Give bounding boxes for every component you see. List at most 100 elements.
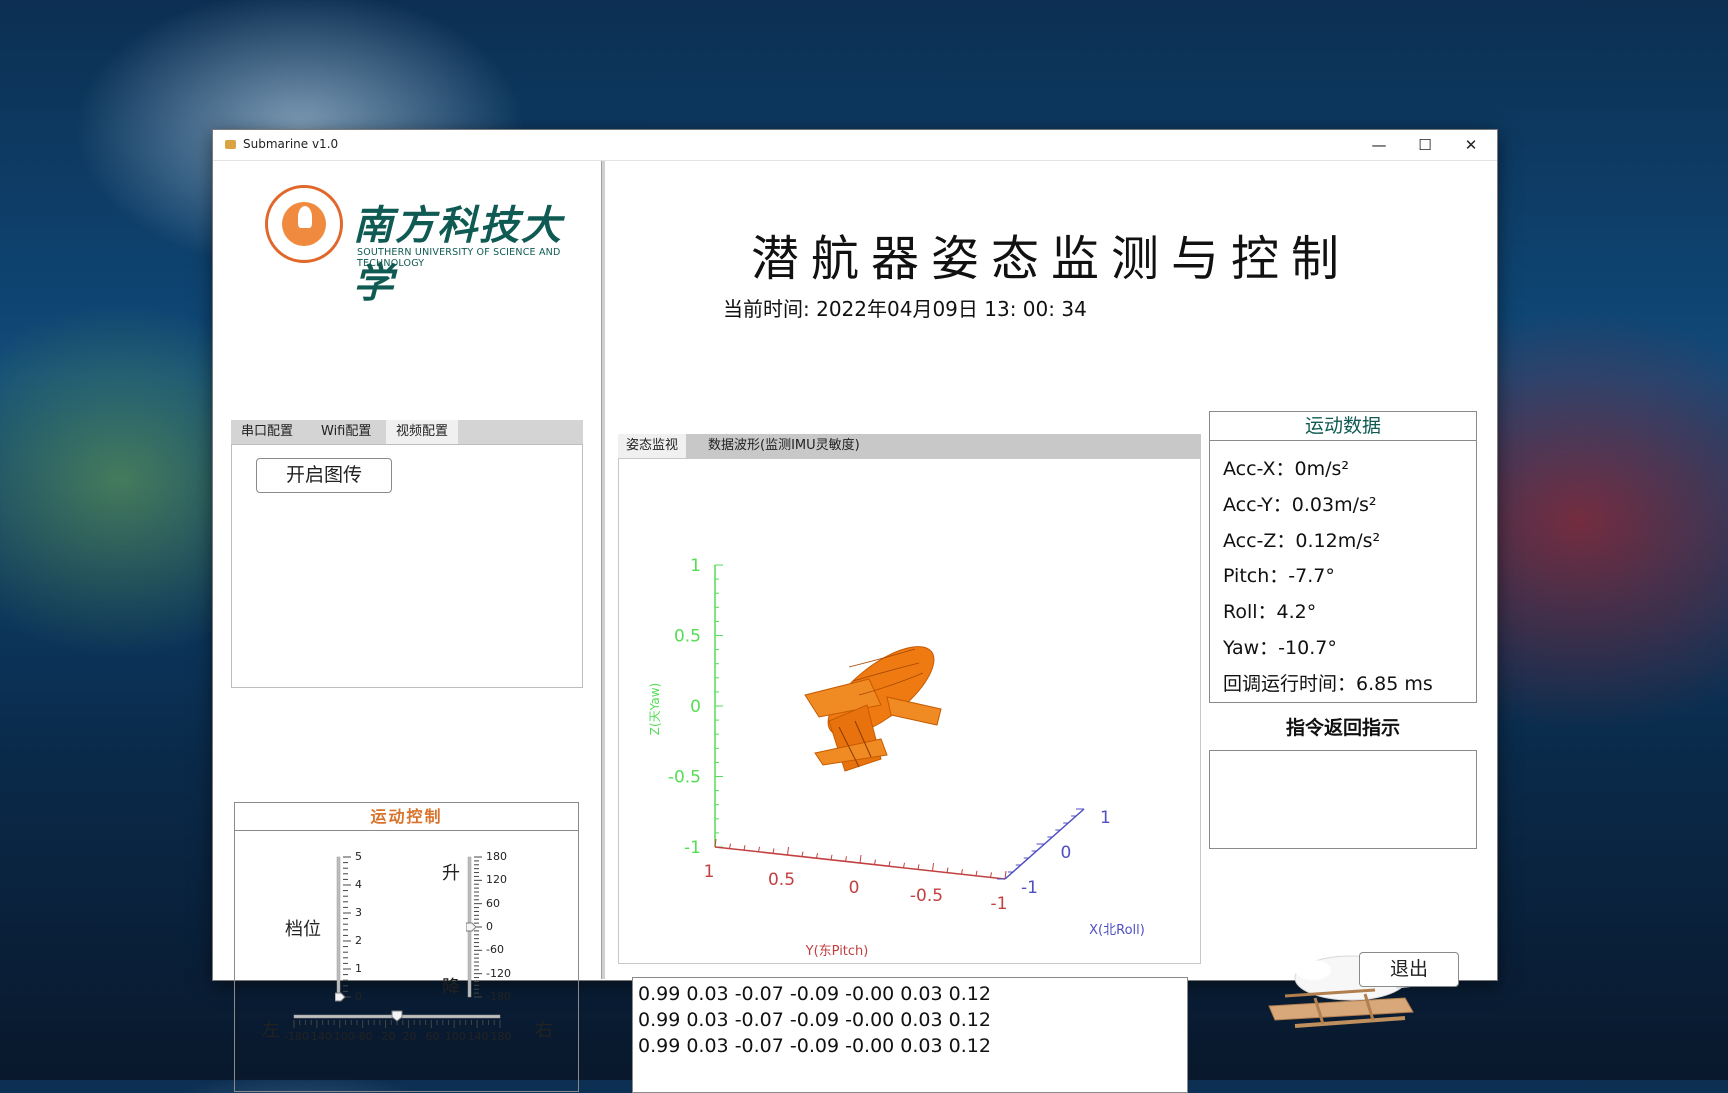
y-tick bbox=[845, 856, 847, 862]
tick-label: 20 bbox=[402, 1030, 417, 1043]
y-tick bbox=[729, 843, 731, 849]
z-axis-label: Z(天Yaw) bbox=[648, 683, 662, 735]
tick-label: 1 bbox=[355, 962, 362, 975]
gear-slider[interactable] bbox=[335, 853, 365, 1003]
motion-control-title: 运动控制 bbox=[235, 803, 578, 831]
y-tick bbox=[990, 872, 992, 878]
tick-label: -60 bbox=[354, 1030, 373, 1043]
university-emblem-icon bbox=[265, 185, 343, 263]
z-tick-label: 0.5 bbox=[674, 627, 701, 647]
tick-label: 60 bbox=[425, 1030, 440, 1043]
tab-serial-config[interactable]: 串口配置 bbox=[231, 420, 303, 444]
tick-label: 60 bbox=[486, 896, 500, 910]
tab-data-waveform[interactable]: 数据波形(监测IMU灵敏度) bbox=[700, 434, 868, 458]
close-button[interactable]: ✕ bbox=[1448, 130, 1494, 160]
acc-y-value: Acc-Y：0.03m/s² bbox=[1223, 493, 1377, 516]
y-tick bbox=[903, 862, 905, 868]
y-tick bbox=[758, 846, 760, 852]
tab-wifi-config[interactable]: Wifi配置 bbox=[311, 420, 381, 444]
tab-attitude-monitor[interactable]: 姿态监视 bbox=[618, 434, 687, 458]
tick-label: 0 bbox=[355, 990, 362, 1003]
open-video-stream-button[interactable]: 开启图传 bbox=[256, 458, 392, 493]
x-tick-label: 0 bbox=[1061, 843, 1072, 863]
current-time: 当前时间: 2022年04月09日 13: 00: 34 bbox=[723, 293, 1087, 322]
y-tick bbox=[961, 869, 963, 875]
window-title: Submarine v1.0 bbox=[243, 137, 339, 151]
motion-control-panel: 运动控制 档位 543210 升 降 180 120 60 0 -60 -120 -180 … bbox=[234, 802, 579, 1092]
y-tick bbox=[816, 853, 818, 859]
maximize-button[interactable]: ☐ bbox=[1402, 130, 1448, 160]
app-window: Submarine v1.0 — ☐ ✕ 南方科技大学 SOUTHERN UNI… bbox=[212, 129, 1498, 1093]
gear-slider-ticks bbox=[343, 856, 351, 998]
y-tick bbox=[917, 864, 920, 870]
z-tick-label: -1 bbox=[684, 838, 701, 858]
y-tick bbox=[975, 870, 978, 876]
y-tick bbox=[874, 859, 876, 865]
tick-label: 180 bbox=[490, 1030, 512, 1043]
attitude-3d-plot[interactable]: 1 0.5 0 -0.5 -1 Z(天Yaw) 1 0.5 0 -0.5 -1 Y(东Pitch… bbox=[619, 459, 1200, 963]
title-bar[interactable]: Submarine v1.0 — ☐ ✕ bbox=[213, 130, 1497, 161]
gear-label: 档位 bbox=[285, 919, 321, 940]
tick-label: -60 bbox=[486, 943, 504, 957]
gear-slider-handle[interactable] bbox=[335, 992, 346, 1002]
motion-data-title: 运动数据 bbox=[1210, 412, 1476, 441]
turn-slider-handle[interactable] bbox=[391, 1010, 403, 1022]
roll-value: Roll：4.2° bbox=[1223, 601, 1317, 624]
y-tick bbox=[787, 846, 789, 856]
tick-label: 3 bbox=[355, 906, 362, 919]
x-tick-label: -1 bbox=[1021, 878, 1038, 898]
current-time-value: 2022年04月09日 13: 00: 34 bbox=[816, 297, 1087, 321]
tab-video-config[interactable]: 视频配置 bbox=[386, 420, 459, 444]
tick-label: -20 bbox=[377, 1030, 396, 1043]
callback-time-value: 回调运行时间：6.85 ms bbox=[1223, 672, 1433, 695]
gear-slider-track bbox=[336, 856, 341, 998]
y-tick-label: 0.5 bbox=[768, 870, 795, 890]
lift-down-label: 降 bbox=[442, 977, 460, 998]
right-panel: 潜航器姿态监测与控制 当前时间: 2022年04月09日 13: 00: 34 … bbox=[605, 161, 1497, 1093]
y-tick-label: -0.5 bbox=[910, 886, 943, 906]
y-tick-label: 0 bbox=[849, 878, 860, 898]
config-tabs: 串口配置 Wifi配置 视频配置 bbox=[231, 420, 583, 444]
tick-label: 4 bbox=[355, 878, 362, 891]
monitor-tabs: 姿态监视 数据波形(监测IMU灵敏度) bbox=[618, 434, 1201, 458]
page-title: 潜航器姿态监测与控制 bbox=[750, 231, 1351, 287]
exit-button[interactable]: 退出 bbox=[1359, 952, 1459, 987]
tick-label: -180 bbox=[486, 990, 511, 1003]
acc-z-value: Acc-Z：0.12m/s² bbox=[1223, 529, 1381, 552]
tick-label: -120 bbox=[486, 966, 511, 980]
y-tick bbox=[859, 854, 862, 864]
x-axis-ticks: -1 0 1 bbox=[997, 808, 1111, 898]
tick-label: 0 bbox=[486, 920, 493, 933]
x-axis-label: X(北Roll) bbox=[1089, 923, 1145, 938]
tick-label: 100 bbox=[444, 1030, 466, 1043]
log-line: 0.99 0.03 -0.07 -0.09 -0.00 0.03 0.12 bbox=[638, 983, 991, 1005]
tick-label: -140 bbox=[306, 1030, 332, 1043]
motion-data-panel: 运动数据 Acc-X：0m/s² Acc-Y：0.03m/s² Acc-Z：0.… bbox=[1209, 411, 1477, 703]
tick-label: 120 bbox=[486, 873, 507, 887]
acc-x-value: Acc-X：0m/s² bbox=[1223, 458, 1349, 480]
tick-label: 140 bbox=[467, 1030, 489, 1043]
app-icon bbox=[225, 140, 236, 149]
tick-label: -180 bbox=[284, 1030, 309, 1043]
y-tick bbox=[830, 854, 833, 860]
lift-slider-handle[interactable] bbox=[466, 922, 477, 932]
minimize-button[interactable]: — bbox=[1356, 130, 1402, 160]
attitude-plot-page: 1 0.5 0 -0.5 -1 Z(天Yaw) 1 0.5 0 -0.5 -1 Y(东Pitch… bbox=[618, 458, 1201, 964]
tick-label: 2 bbox=[355, 934, 362, 947]
z-tick-label: -0.5 bbox=[668, 768, 701, 788]
lift-up-label: 升 bbox=[442, 863, 460, 884]
pitch-value: Pitch：-7.7° bbox=[1223, 565, 1335, 588]
y-tick bbox=[772, 848, 775, 854]
turn-right-label: 右 bbox=[535, 1020, 553, 1041]
left-panel: 南方科技大学 SOUTHERN UNIVERSITY OF SCIENCE AN… bbox=[213, 161, 601, 1092]
submarine-3d-model bbox=[804, 646, 942, 772]
tick-label: -100 bbox=[329, 1030, 355, 1043]
y-axis-label: Y(东Pitch) bbox=[805, 944, 869, 959]
imu-data-log[interactable]: 0.99 0.03 -0.07 -0.09 -0.00 0.03 0.12 0.… bbox=[632, 977, 1188, 1093]
command-return-box[interactable] bbox=[1209, 750, 1477, 849]
university-logo: 南方科技大学 SOUTHERN UNIVERSITY OF SCIENCE AN… bbox=[265, 185, 565, 307]
motion-data-list: Acc-X：0m/s² Acc-Y：0.03m/s² Acc-Z：0.12m/s… bbox=[1223, 452, 1433, 703]
turn-left-label: 左 bbox=[262, 1020, 280, 1041]
yaw-value: Yaw：-10.7° bbox=[1223, 636, 1337, 659]
command-return-title: 指令返回指示 bbox=[1285, 717, 1400, 739]
